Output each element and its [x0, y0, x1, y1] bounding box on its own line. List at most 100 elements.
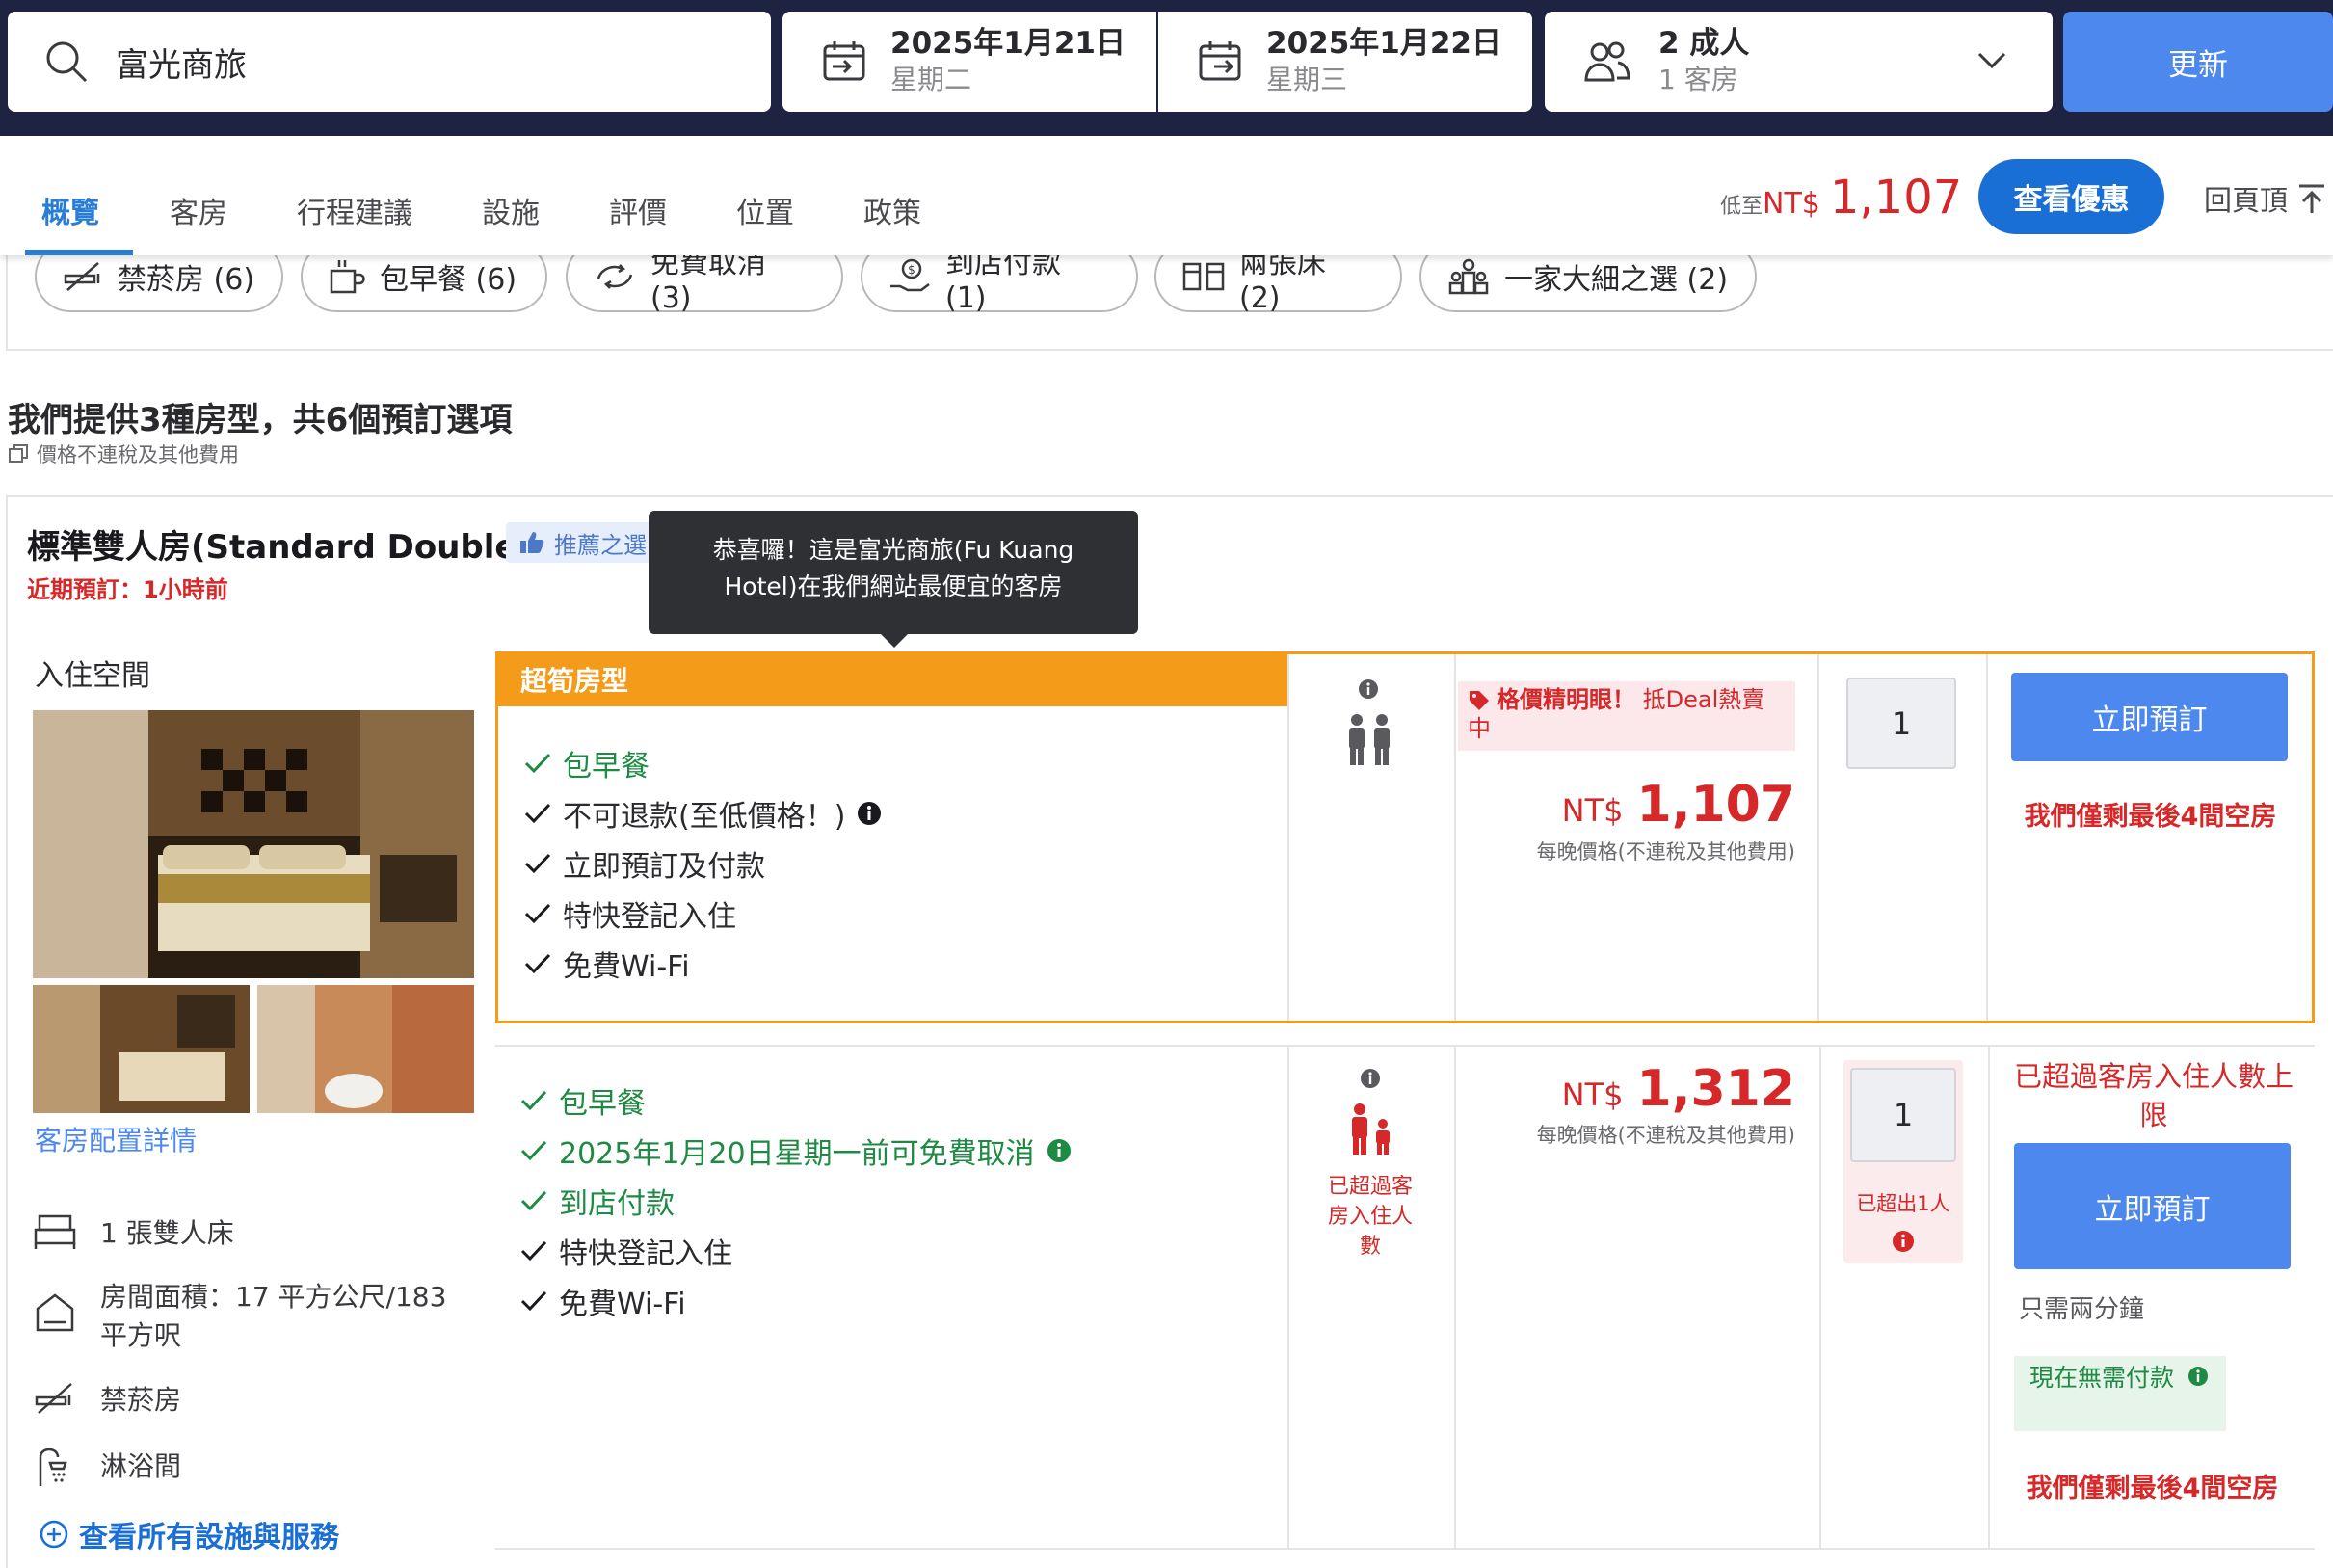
amenity-shower: 淋浴間 [33, 1448, 181, 1488]
offer-2-occupancy: 已超過客房入住人數 [1311, 1068, 1430, 1262]
amenity-non-smoking: 禁菸房 [33, 1381, 181, 1420]
feature-text: 包早餐 [559, 1087, 646, 1121]
guests-icon [1583, 40, 1631, 84]
lowest-price: 低至 NT$ 1,107 [1720, 171, 1962, 225]
refund-icon [593, 259, 637, 294]
tooltip-text: 恭喜囉！這是富光商旅(Fu Kuang Hotel)在我們網站最便宜的客房 [712, 536, 1074, 600]
rooms-left-note: 我們僅剩最後4間空房 [2026, 1474, 2279, 1503]
offer-1 [495, 651, 2315, 1023]
checkin-weekday: 星期二 [890, 64, 972, 95]
amenity-text: 禁菸房 [100, 1384, 182, 1416]
filter-label: 一家大細之選 (2) [1504, 263, 1729, 297]
room-photo-thumb-1[interactable] [33, 985, 250, 1113]
family-icon [1446, 257, 1491, 296]
tab-policies[interactable]: 政策 [863, 189, 921, 231]
checkin-date[interactable]: 2025年1月21日 星期二 [782, 12, 1156, 112]
amenity-text: 1 張雙人床 [100, 1217, 234, 1249]
divider [1287, 1045, 1289, 1550]
room-space-label: 入住空間 [35, 659, 150, 693]
update-button[interactable]: 更新 [2063, 12, 2333, 112]
feature-text: 到店付款 [559, 1187, 675, 1221]
feature-pay-at-hotel: 到店付款 [520, 1176, 1072, 1226]
thumbs-up-icon [519, 531, 544, 554]
room-layout-link[interactable]: 客房配置詳情 [35, 1120, 197, 1158]
adults-count: 2 成人 [1658, 26, 1750, 61]
no-smoking-icon [33, 1381, 77, 1416]
feature-text: 特快登記入住 [559, 1237, 732, 1271]
amenity-text: 淋浴間 [100, 1450, 182, 1482]
info-icon[interactable] [2187, 1366, 2209, 1387]
divider [1819, 1045, 1821, 1550]
active-tab-underline [25, 250, 133, 255]
rooms-summary-title: 我們提供3種房型，共6個預訂選項 [8, 401, 513, 439]
bed-icon [33, 1212, 77, 1251]
price-currency: NT$ [1763, 187, 1820, 221]
plus-circle-icon [39, 1519, 69, 1550]
search-icon [42, 38, 91, 86]
book-now-button[interactable]: 立即預訂 [2014, 1143, 2291, 1269]
feature-breakfast: 包早餐 [520, 1076, 1072, 1126]
offer-2-price: NT$ 1,312 [1458, 1060, 1795, 1118]
tax-note: 價格不連稅及其他費用 [8, 439, 239, 468]
copy-icon [8, 443, 29, 465]
checkout-date-text: 2025年1月22日 [1266, 26, 1501, 61]
all-facilities-link[interactable]: 查看所有設施與服務 [39, 1513, 339, 1555]
recommend-badge: 推薦之選 [506, 522, 660, 563]
rooms-count: 1 客房 [1658, 64, 1738, 95]
feature-free-cancel: 2025年1月20日星期一前可免費取消 [520, 1126, 1072, 1176]
adult-child-icon [1345, 1103, 1395, 1156]
recent-booking: 近期預訂：1小時前 [27, 576, 228, 603]
coffee-cup-icon [328, 257, 366, 296]
tab-facilities[interactable]: 設施 [482, 189, 540, 231]
chevron-down-icon[interactable] [1977, 52, 2006, 69]
calendar-checkin-icon [821, 39, 867, 85]
room-name: 標準雙人房(Standard Double) [27, 528, 533, 567]
two-minutes-note: 只需兩分鐘 [2019, 1295, 2145, 1324]
room-photo-thumb-2[interactable] [257, 985, 474, 1113]
offer-1-ribbon: 超筍房型 [495, 651, 1287, 706]
tab-rooms[interactable]: 客房 [170, 189, 227, 231]
price-prefix: 低至 [1720, 195, 1763, 219]
back-to-top[interactable]: 回頁頂 [2204, 178, 2328, 219]
ribbon-label: 超筍房型 [520, 664, 629, 697]
info-icon[interactable] [1047, 1138, 1072, 1163]
over-limit-title: 已超過客房入住人數上限 [2013, 1060, 2293, 1131]
tab-location[interactable]: 位置 [736, 189, 794, 231]
check-icon [520, 1190, 547, 1211]
checkout-date[interactable]: 2025年1月22日 星期三 [1158, 12, 1532, 112]
section-nav: 概覽 客房 行程建議 設施 評價 位置 政策 低至 NT$ 1,107 查看優惠… [0, 136, 2333, 255]
tab-reviews[interactable]: 評價 [609, 189, 667, 231]
tab-itinerary[interactable]: 行程建議 [297, 189, 412, 231]
divider [1454, 1045, 1456, 1550]
all-facilities-label: 查看所有設施與服務 [79, 1521, 339, 1555]
feature-wifi: 免費Wi-Fi [520, 1276, 1072, 1326]
check-icon [520, 1140, 547, 1161]
search-input[interactable]: 富光商旅 [116, 39, 247, 86]
search-box[interactable]: 富光商旅 [8, 12, 771, 112]
feature-text: 免費Wi-Fi [559, 1288, 686, 1321]
calendar-checkout-icon [1197, 39, 1243, 85]
cheapest-room-tooltip: 恭喜囉！這是富光商旅(Fu Kuang Hotel)在我們網站最便宜的客房 [649, 511, 1138, 648]
check-icon [520, 1090, 547, 1111]
shower-icon [33, 1448, 77, 1488]
room-qty-select[interactable]: 1 [1850, 1068, 1956, 1162]
check-icon [520, 1240, 547, 1262]
arrow-up-icon [2295, 182, 2328, 215]
pay-later-text: 現在無需付款 [2029, 1364, 2175, 1392]
tab-overview[interactable]: 概覽 [41, 189, 99, 231]
no-smoking-icon [62, 260, 104, 293]
price-amount: 1,312 [1636, 1060, 1795, 1118]
search-header: 富光商旅 2025年1月21日 星期二 2025年1月22日 星期三 2 成人 … [0, 0, 2333, 136]
filter-label: 禁菸房 (6) [118, 263, 255, 297]
room-main-photo[interactable] [33, 710, 474, 978]
view-offers-button[interactable]: 查看優惠 [1978, 159, 2164, 234]
info-icon[interactable] [1360, 1068, 1381, 1089]
feature-text: 2025年1月20日星期一前可免費取消 [559, 1137, 1035, 1171]
guests-selector[interactable]: 2 成人 1 客房 [1545, 12, 2053, 112]
tax-note-text: 價格不連稅及其他費用 [37, 443, 239, 466]
amenity-bed: 1 張雙人床 [33, 1212, 234, 1253]
checkin-date-text: 2025年1月21日 [890, 26, 1126, 61]
pay-later-badge: 現在無需付款 [2014, 1356, 2226, 1431]
warning-info-icon[interactable] [1892, 1230, 1915, 1253]
back-to-top-label: 回頁頂 [2204, 184, 2289, 217]
